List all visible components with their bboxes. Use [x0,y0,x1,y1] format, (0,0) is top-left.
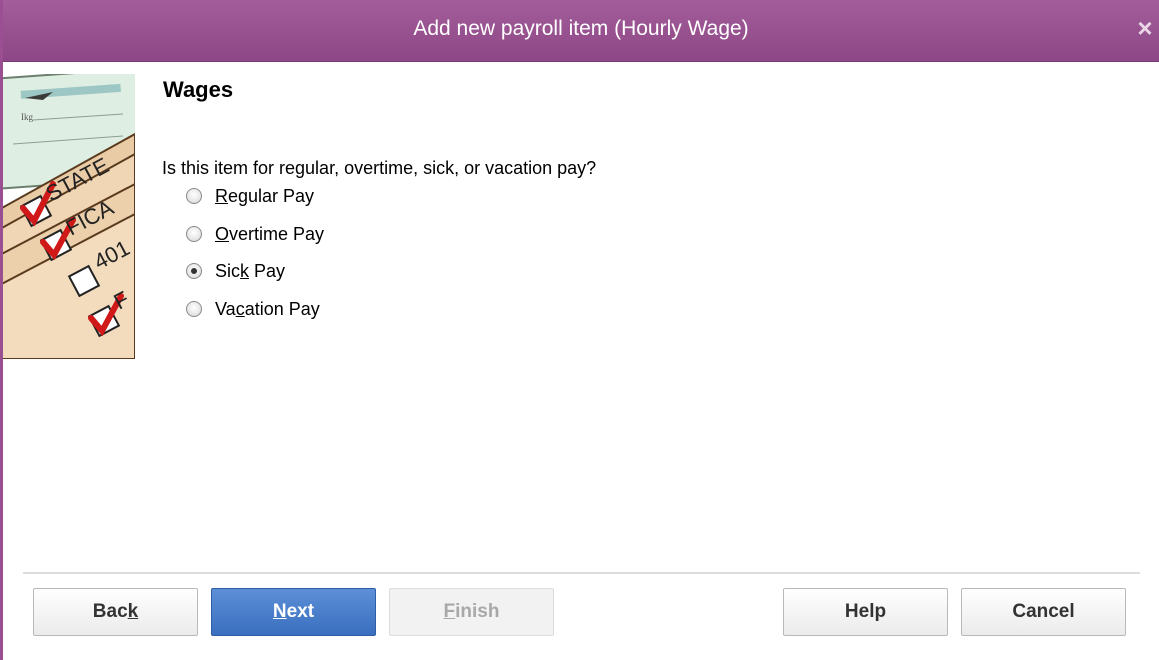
dialog-window: Add new payroll item (Hourly Wage) × Ikg… [0,0,1159,660]
question-text: Is this item for regular, overtime, sick… [162,158,597,178]
footer-divider [23,572,1140,574]
radio-vacation-pay[interactable]: Vacation Pay [186,296,320,322]
window-title: Add new payroll item (Hourly Wage) [413,17,749,40]
radio-label-vacation: Vacation Pay [215,298,320,319]
title-bar[interactable]: Add new payroll item (Hourly Wage) × [3,0,1159,62]
radio-button-regular[interactable] [186,188,202,204]
radio-sick-pay[interactable]: Sick Pay [186,258,285,284]
cancel-button[interactable]: Cancel [961,588,1126,636]
payroll-forms-illustration: Ikg STATE FICA 401 F [3,74,135,359]
radio-label-regular: Regular Pay [215,185,315,206]
radio-button-vacation[interactable] [186,301,202,317]
radio-overtime-pay[interactable]: Overtime Pay [186,221,324,247]
radio-label-overtime: Overtime Pay [215,223,325,244]
radio-button-sick[interactable] [186,263,202,279]
help-button[interactable]: Help [783,588,948,636]
finish-button: Finish [389,588,554,636]
radio-regular-pay[interactable]: Regular Pay [186,183,314,209]
page-heading: Wages [163,77,234,102]
next-button[interactable]: Next [211,588,376,636]
radio-label-sick: Sick Pay [215,260,286,281]
radio-button-overtime[interactable] [186,226,202,242]
back-button[interactable]: Bac k [33,588,198,636]
check-text: Ikg [21,112,33,122]
close-icon[interactable]: × [1133,14,1157,42]
